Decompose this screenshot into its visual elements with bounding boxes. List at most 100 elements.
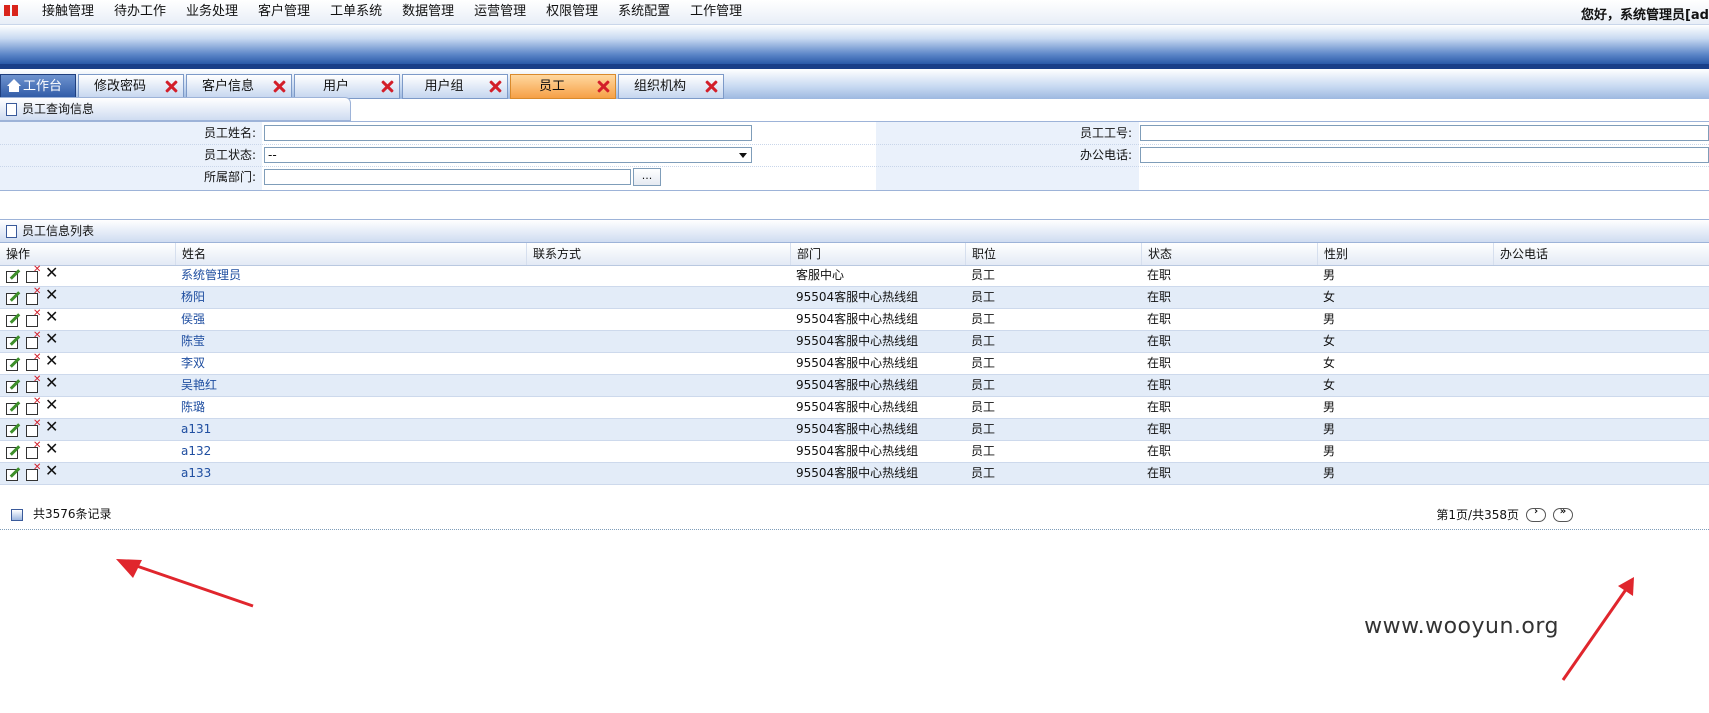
- menu-item[interactable]: 数据管理: [392, 0, 464, 24]
- employee-status-label: 员工状态:: [203, 148, 256, 162]
- tab-label: 用户组: [424, 79, 464, 94]
- edit-icon[interactable]: [5, 466, 19, 481]
- employee-name-link[interactable]: 陈莹: [175, 331, 205, 352]
- remove-icon[interactable]: [26, 264, 41, 283]
- column-header[interactable]: 部门: [790, 243, 965, 265]
- delete-icon[interactable]: ✕: [45, 375, 58, 391]
- employee-name-link[interactable]: 吴艳红: [175, 375, 217, 396]
- tab-label: 用户: [322, 79, 349, 94]
- menu-item[interactable]: 待办工作: [104, 0, 176, 24]
- menu-item[interactable]: 权限管理: [536, 0, 608, 24]
- cell-gender: 男: [1323, 400, 1336, 414]
- employee-name-link[interactable]: 陈璐: [175, 397, 205, 418]
- employee-name-input[interactable]: [264, 125, 752, 141]
- column-header[interactable]: 操作: [0, 243, 175, 265]
- edit-icon[interactable]: [5, 444, 19, 459]
- remove-icon[interactable]: [26, 396, 41, 415]
- employee-id-input[interactable]: [1140, 125, 1709, 141]
- tab[interactable]: 员工: [510, 74, 616, 99]
- employee-name-link[interactable]: 杨阳: [175, 287, 205, 308]
- row-actions: ✕: [5, 418, 61, 438]
- employee-status-select[interactable]: --: [264, 147, 752, 163]
- menu-item[interactable]: 接触管理: [32, 0, 104, 24]
- close-icon[interactable]: [273, 80, 286, 93]
- delete-icon[interactable]: ✕: [45, 441, 58, 457]
- employee-name-link[interactable]: 李双: [175, 353, 205, 374]
- edit-icon[interactable]: [5, 378, 19, 393]
- form-row-divider: [0, 166, 1709, 167]
- cell-status: 在职: [1147, 422, 1172, 436]
- tab-label: 修改密码: [93, 79, 146, 94]
- column-header[interactable]: 联系方式: [526, 243, 790, 265]
- edit-icon[interactable]: [5, 290, 19, 305]
- tab[interactable]: 组织机构: [618, 74, 724, 99]
- table-row: ✕ 系统管理员 客服中心 员工 在职 男: [0, 264, 1709, 287]
- delete-icon[interactable]: ✕: [45, 419, 58, 435]
- close-icon[interactable]: [165, 80, 178, 93]
- delete-icon[interactable]: ✕: [45, 287, 58, 303]
- cell-position: 员工: [971, 400, 996, 414]
- cell-status: 在职: [1147, 290, 1172, 304]
- menu-item[interactable]: 系统配置: [608, 0, 680, 24]
- tab[interactable]: 修改密码: [78, 74, 184, 99]
- chevron-down-icon: [739, 153, 747, 158]
- remove-icon[interactable]: [26, 352, 41, 371]
- edit-icon[interactable]: [5, 356, 19, 371]
- greeting-text: 您好，系统管理员[ad: [1580, 8, 1709, 23]
- delete-icon[interactable]: ✕: [45, 463, 58, 479]
- tab[interactable]: 客户信息: [186, 74, 292, 99]
- tab[interactable]: 用户组: [402, 74, 508, 99]
- delete-icon[interactable]: ✕: [45, 309, 58, 325]
- tab-label: 工作台: [23, 79, 63, 94]
- menu-item[interactable]: 工作管理: [680, 0, 752, 24]
- remove-icon[interactable]: [26, 374, 41, 393]
- menu-item[interactable]: 业务处理: [176, 0, 248, 24]
- department-browse-button[interactable]: ...: [633, 168, 661, 186]
- close-icon[interactable]: [489, 80, 502, 93]
- tab[interactable]: 用户: [294, 74, 400, 99]
- menu-item[interactable]: 运营管理: [464, 0, 536, 24]
- delete-icon[interactable]: ✕: [45, 397, 58, 413]
- edit-icon[interactable]: [5, 400, 19, 415]
- home-icon: [7, 79, 21, 93]
- records-icon: [11, 509, 23, 521]
- tab-home[interactable]: 工作台: [0, 74, 76, 99]
- remove-icon[interactable]: [26, 330, 41, 349]
- employee-name-link[interactable]: a132: [175, 441, 211, 462]
- menu-item[interactable]: 工单系统: [320, 0, 392, 24]
- delete-icon[interactable]: ✕: [45, 353, 58, 369]
- department-input[interactable]: [264, 169, 631, 185]
- edit-icon[interactable]: [5, 334, 19, 349]
- edit-icon[interactable]: [5, 422, 19, 437]
- employee-name-link[interactable]: 系统管理员: [175, 265, 241, 286]
- delete-icon[interactable]: ✕: [45, 265, 58, 281]
- cell-dept: 95504客服中心热线组: [796, 466, 919, 480]
- last-page-button[interactable]: »: [1553, 506, 1573, 522]
- remove-icon[interactable]: [26, 286, 41, 305]
- menu-item[interactable]: 客户管理: [248, 0, 320, 24]
- office-phone-input[interactable]: [1140, 147, 1709, 163]
- remove-icon[interactable]: [26, 418, 41, 437]
- employee-name-link[interactable]: 侯强: [175, 309, 205, 330]
- edit-icon[interactable]: [5, 268, 19, 283]
- remove-icon[interactable]: [26, 462, 41, 481]
- main-menu: 接触管理 待办工作 业务处理 客户管理 工单系统 数据管理 运营管理 权限管理 系统配置 工作管理: [32, 0, 752, 24]
- employee-name-link[interactable]: a131: [175, 419, 211, 440]
- edit-icon[interactable]: [5, 312, 19, 327]
- column-header[interactable]: 性别: [1317, 243, 1493, 265]
- column-header[interactable]: 状态: [1141, 243, 1317, 265]
- top-menu-bar: 接触管理 待办工作 业务处理 客户管理 工单系统 数据管理 运营管理 权限管理 系统配置 工作管理…: [0, 0, 1709, 25]
- column-header[interactable]: 办公电话: [1493, 243, 1709, 265]
- close-icon[interactable]: [597, 80, 610, 93]
- cell-status: 在职: [1147, 378, 1172, 392]
- close-icon[interactable]: [705, 80, 718, 93]
- employee-name-link[interactable]: a133: [175, 463, 211, 484]
- remove-icon[interactable]: [26, 308, 41, 327]
- column-header[interactable]: 姓名: [175, 243, 526, 265]
- next-page-button[interactable]: ›: [1526, 506, 1546, 522]
- close-icon[interactable]: [381, 80, 394, 93]
- last-page-icon: »: [1559, 506, 1567, 517]
- column-header[interactable]: 职位: [965, 243, 1141, 265]
- remove-icon[interactable]: [26, 440, 41, 459]
- delete-icon[interactable]: ✕: [45, 331, 58, 347]
